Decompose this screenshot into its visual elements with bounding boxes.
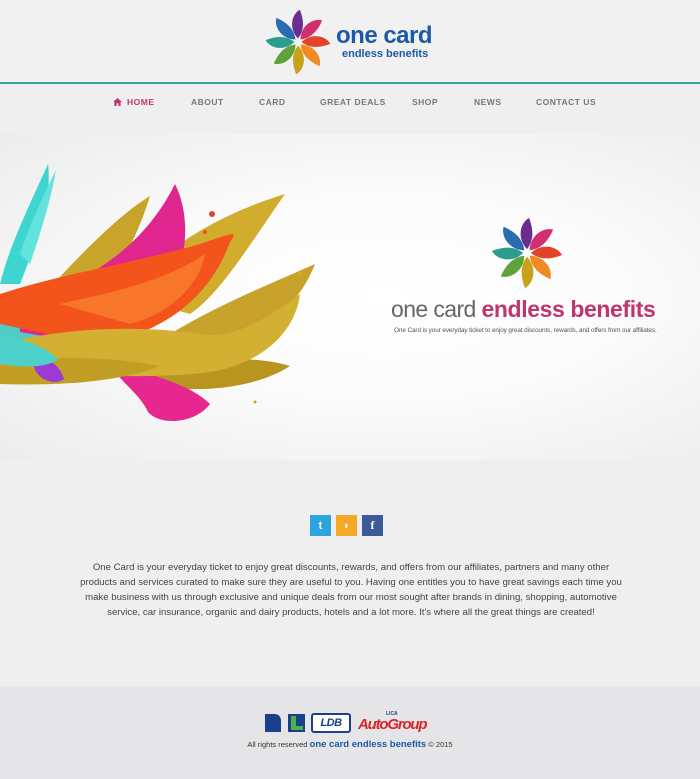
nav-item-great-deals[interactable]: GREAT DEALS: [320, 97, 386, 107]
site-description: One Card is your everyday ticket to enjo…: [80, 562, 622, 618]
partner-logo-1[interactable]: [264, 713, 282, 733]
hero-subtitle: One Card is your everyday ticket to enjo…: [394, 327, 657, 334]
facebook-icon: f: [370, 518, 375, 532]
copyright: All rights reserved one card endless ben…: [0, 739, 700, 750]
hero-title-part1: one card: [391, 296, 476, 322]
partner-logo-lica-autogroup[interactable]: LICA AutoGroup: [356, 711, 430, 735]
site-header: one card endless benefits: [0, 0, 700, 84]
twitter-button[interactable]: t: [310, 515, 331, 536]
nav-item-contact-us[interactable]: CONTACT US: [536, 97, 596, 107]
nav-label: HOME: [127, 97, 155, 107]
pinwheel-logo-icon: [491, 217, 563, 289]
site-logo[interactable]: one card endless benefits: [262, 6, 452, 78]
site-footer: LDB LICA AutoGroup All rights reserved o…: [0, 686, 700, 779]
hero-title-part2: endless benefits: [481, 296, 656, 322]
rss-button[interactable]: ◗: [336, 515, 357, 536]
nav-item-news[interactable]: NEWS: [474, 97, 502, 107]
copyright-brand: one card endless benefits: [309, 739, 427, 750]
nav-item-card[interactable]: CARD: [259, 97, 286, 107]
hero-title: one card endless benefits: [391, 296, 656, 323]
partner-logo-2[interactable]: [287, 713, 306, 733]
facebook-button[interactable]: f: [362, 515, 383, 536]
autogroup-label: AutoGroup: [358, 716, 428, 733]
logo-name: one card: [336, 22, 433, 49]
nav-item-home[interactable]: HOME: [113, 97, 155, 107]
home-icon: [113, 98, 122, 106]
partner-logo-ldb[interactable]: LDB: [311, 713, 351, 733]
nav-item-about[interactable]: ABOUT: [191, 97, 224, 107]
social-links: t ◗ f: [310, 515, 383, 536]
hero-banner: one card endless benefits One Card is yo…: [0, 134, 700, 460]
copyright-suffix: © 2015: [428, 740, 453, 749]
copyright-prefix: All rights reserved: [247, 740, 308, 749]
twitter-icon: t: [318, 519, 323, 532]
rss-icon: ◗: [343, 519, 350, 532]
nav-item-shop[interactable]: SHOP: [412, 97, 438, 107]
partner-logos: LDB LICA AutoGroup: [264, 711, 430, 735]
main-nav: HOME ABOUT CARD GREAT DEALS SHOP NEWS CO…: [0, 86, 700, 122]
pinwheel-logo-icon: [265, 9, 331, 75]
paint-splash-image: [0, 164, 315, 422]
logo-tagline: endless benefits: [342, 48, 429, 60]
